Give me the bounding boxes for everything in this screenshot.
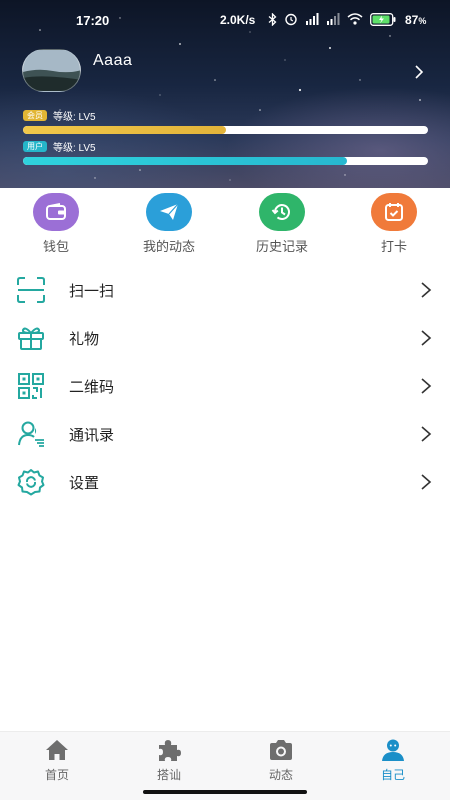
home-icon <box>17 738 97 762</box>
signal-icon <box>326 13 340 25</box>
settings-menu: 扫一扫 礼物 二维码 通讯录 设置 <box>0 266 450 506</box>
menu-item-gift[interactable]: 礼物 <box>0 314 450 362</box>
wifi-icon <box>347 13 363 25</box>
quick-action-label: 历史记录 <box>255 239 308 254</box>
member-level-row: 会员 等级: LV5 <box>23 108 96 123</box>
quick-action-label: 打卡 <box>380 239 407 254</box>
username[interactable]: Aaaa <box>93 52 132 70</box>
member-progress-bar <box>23 126 428 134</box>
signal-icon <box>305 13 319 25</box>
qrcode-icon <box>16 372 46 400</box>
bluetooth-icon <box>268 12 277 26</box>
history-icon <box>259 193 305 231</box>
chevron-right-icon <box>420 473 432 496</box>
alarm-icon <box>284 12 298 26</box>
nav-item-home[interactable]: 首页 <box>17 738 97 783</box>
user-badge: 用户 <box>23 140 47 152</box>
quick-action-label: 钱包 <box>42 239 69 254</box>
member-badge: 会员 <box>23 109 47 121</box>
chevron-right-icon <box>420 281 432 304</box>
home-indicator <box>143 790 307 794</box>
network-speed: 2.0K/s <box>220 13 256 27</box>
nav-label: 首页 <box>44 768 69 782</box>
quick-action-checkin[interactable]: 打卡 <box>349 193 439 255</box>
user-icon <box>353 738 433 762</box>
quick-action-wallet[interactable]: 钱包 <box>11 193 101 255</box>
chevron-right-icon[interactable] <box>414 64 424 85</box>
quick-action-label: 我的动态 <box>142 239 195 254</box>
menu-item-qrcode[interactable]: 二维码 <box>0 362 450 410</box>
contacts-icon <box>16 420 46 448</box>
quick-action-moments[interactable]: 我的动态 <box>124 193 214 255</box>
menu-label: 通讯录 <box>69 427 115 444</box>
menu-label: 扫一扫 <box>69 283 115 300</box>
user-level-row: 用户 等级: LV5 <box>23 139 96 154</box>
nav-label: 自己 <box>380 768 405 782</box>
member-progress-fill <box>23 126 226 134</box>
user-level-text: 等级: LV5 <box>53 142 96 154</box>
profile-header: 17:20 2.0K/s 87% Aaaa 会员 等级: LV5 用户 等级: … <box>0 0 450 188</box>
scan-icon <box>16 276 46 304</box>
user-progress-fill <box>23 157 347 165</box>
menu-item-settings[interactable]: 设置 <box>0 458 450 506</box>
puzzle-icon <box>129 738 209 762</box>
battery-icon <box>370 12 396 26</box>
chevron-right-icon <box>420 425 432 448</box>
menu-item-scan[interactable]: 扫一扫 <box>0 266 450 314</box>
nav-item-me[interactable]: 自己 <box>353 738 433 783</box>
quick-actions: 钱包 我的动态 历史记录 打卡 <box>0 188 450 260</box>
gift-icon <box>16 324 46 352</box>
wallet-icon <box>33 193 79 231</box>
status-time: 17:20 <box>76 13 110 28</box>
quick-action-history[interactable]: 历史记录 <box>237 193 327 255</box>
nav-item-chat[interactable]: 搭讪 <box>129 738 209 783</box>
menu-item-contacts[interactable]: 通讯录 <box>0 410 450 458</box>
nav-label: 动态 <box>268 768 293 782</box>
avatar[interactable] <box>22 49 81 92</box>
status-bar: 17:20 2.0K/s 87% <box>0 0 450 40</box>
menu-label: 二维码 <box>69 379 115 396</box>
paper-plane-icon <box>146 193 192 231</box>
nav-item-moments[interactable]: 动态 <box>241 738 321 783</box>
menu-label: 礼物 <box>69 331 100 348</box>
camera-icon <box>241 738 321 762</box>
user-progress-bar <box>23 157 428 165</box>
member-level-text: 等级: LV5 <box>53 111 96 123</box>
nav-label: 搭讪 <box>156 768 181 782</box>
calendar-check-icon <box>371 193 417 231</box>
settings-icon <box>16 468 46 496</box>
menu-label: 设置 <box>69 475 100 492</box>
chevron-right-icon <box>420 377 432 400</box>
chevron-right-icon <box>420 329 432 352</box>
battery-percent: 87% <box>405 13 427 27</box>
